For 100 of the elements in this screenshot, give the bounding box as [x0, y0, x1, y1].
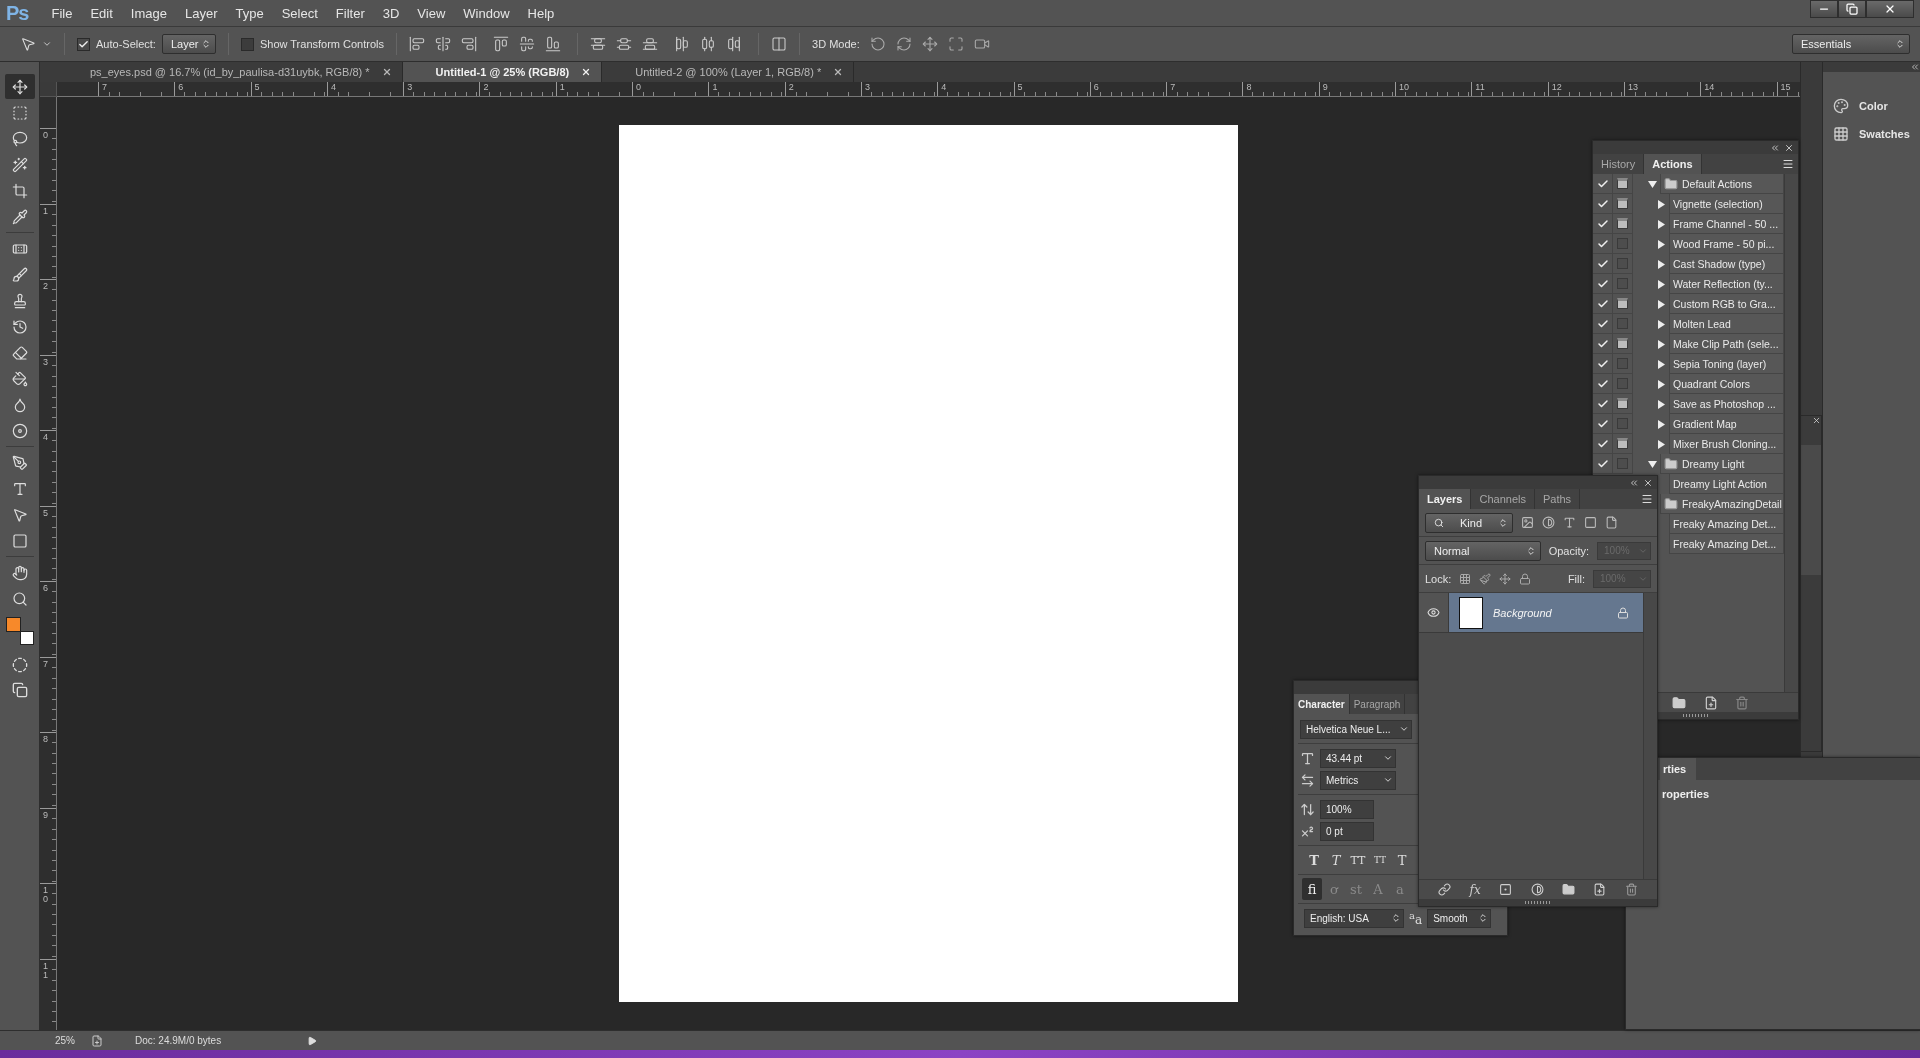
dialog-toggle[interactable]	[1613, 454, 1633, 474]
action-item[interactable]: Freaky Amazing Det...	[1669, 514, 1784, 534]
caret-icon[interactable]	[42, 39, 52, 49]
include-toggle[interactable]	[1593, 214, 1613, 234]
collapse-icon[interactable]	[1770, 142, 1780, 153]
dialog-toggle[interactable]	[1613, 314, 1633, 334]
include-toggle[interactable]	[1593, 394, 1613, 414]
align-icon[interactable]	[461, 36, 478, 52]
mode-3d-icon[interactable]	[973, 36, 990, 52]
include-toggle[interactable]	[1593, 354, 1613, 374]
close-icon[interactable]	[833, 67, 844, 77]
include-toggle[interactable]	[1593, 234, 1613, 254]
action-item[interactable]: Vignette (selection)	[1669, 194, 1784, 214]
include-toggle[interactable]	[1593, 314, 1613, 334]
mask-icon[interactable]	[1499, 883, 1513, 896]
align-icon[interactable]	[409, 36, 426, 52]
panel-tab[interactable]: Character	[1294, 694, 1350, 714]
action-set[interactable]: FreakyAmazingDetail	[1660, 494, 1784, 514]
panel-tab[interactable]: rties	[1660, 758, 1697, 780]
action-item[interactable]: Freaky Amazing Det...	[1669, 534, 1784, 554]
action-item[interactable]: Quadrant Colors	[1669, 374, 1784, 394]
kerning-select[interactable]: Metrics	[1320, 770, 1396, 790]
scrollbar[interactable]	[1784, 174, 1798, 692]
folder-icon[interactable]	[1561, 883, 1575, 896]
align-icon[interactable]	[435, 36, 452, 52]
visibility-toggle[interactable]	[1419, 593, 1449, 632]
font-family-select[interactable]: Helvetica Neue L...	[1300, 719, 1412, 739]
image-filter-icon[interactable]	[1521, 516, 1534, 529]
adjustment-filter-icon[interactable]	[1542, 516, 1555, 529]
dock-item[interactable]: Swatches	[1823, 120, 1920, 148]
triangle-right-icon[interactable]	[1657, 419, 1666, 429]
adjustment-icon[interactable]	[1530, 883, 1544, 896]
fx-button[interactable]: fx	[1469, 882, 1481, 897]
foreground-color-swatch[interactable]	[5, 617, 21, 632]
dialog-toggle[interactable]	[1613, 254, 1633, 274]
action-set[interactable]: Default Actions	[1660, 174, 1784, 194]
dialog-toggle[interactable]	[1613, 414, 1633, 434]
dialog-toggle[interactable]	[1613, 234, 1633, 254]
type-filter-icon[interactable]	[1563, 516, 1576, 529]
action-item[interactable]: Wood Frame - 50 pi...	[1669, 234, 1784, 254]
close-icon[interactable]	[581, 67, 592, 77]
menu-item[interactable]: Image	[121, 5, 176, 21]
type-style-button[interactable]: TT	[1348, 850, 1368, 870]
triangle-right-icon[interactable]	[1657, 219, 1666, 229]
menu-item[interactable]: Help	[518, 5, 564, 21]
blend-mode-select[interactable]: Normal	[1425, 540, 1541, 561]
resize-grip[interactable]	[1682, 714, 1709, 717]
type-style-button[interactable]: T	[1392, 850, 1412, 870]
triangle-right-icon[interactable]	[1657, 319, 1666, 329]
include-toggle[interactable]	[1593, 174, 1613, 194]
antialias-select[interactable]: Smooth	[1427, 908, 1492, 928]
target-select[interactable]: Layer	[161, 34, 216, 54]
menu-item[interactable]: File	[42, 5, 82, 21]
background-color-swatch[interactable]	[19, 631, 34, 645]
triangle-down-icon[interactable]	[1648, 179, 1657, 189]
close-button[interactable]	[1866, 0, 1914, 18]
include-toggle[interactable]	[1593, 454, 1613, 474]
export-icon[interactable]	[91, 1034, 103, 1047]
triangle-right-icon[interactable]	[1657, 339, 1666, 349]
dialog-toggle[interactable]	[1613, 354, 1633, 374]
menu-item[interactable]: View	[408, 5, 455, 21]
menu-item[interactable]: Window	[454, 5, 519, 21]
dialog-toggle[interactable]	[1613, 194, 1633, 214]
menu-item[interactable]: Filter	[326, 5, 374, 21]
workspace-select[interactable]: Essentials	[1792, 34, 1910, 54]
action-item[interactable]: Frame Channel - 50 ...	[1669, 214, 1784, 234]
include-toggle[interactable]	[1593, 294, 1613, 314]
trash-icon[interactable]	[1624, 883, 1638, 896]
action-item[interactable]: Molten Lead	[1669, 314, 1784, 334]
link-icon[interactable]	[1438, 883, 1452, 896]
dialog-toggle[interactable]	[1613, 434, 1633, 454]
lock-paint-icon[interactable]	[1479, 572, 1492, 585]
action-set[interactable]: Dreamy Light	[1660, 454, 1784, 474]
panel-tab[interactable]: Layers	[1419, 489, 1472, 509]
trash-icon[interactable]	[1735, 695, 1750, 710]
triangle-right-icon[interactable]	[1657, 359, 1666, 369]
mode-3d-icon[interactable]	[895, 36, 912, 52]
scrollbar[interactable]	[1643, 593, 1657, 879]
action-item[interactable]: Water Reflection (ty...	[1669, 274, 1784, 294]
minimize-button[interactable]	[1810, 0, 1838, 18]
baseline-shift-field[interactable]: 0 pt	[1320, 821, 1374, 841]
new-layer-icon[interactable]	[1593, 883, 1607, 896]
triangle-right-icon[interactable]	[1657, 299, 1666, 309]
distribute-icon[interactable]	[590, 36, 607, 52]
quick-mask-icon[interactable]	[11, 657, 28, 673]
action-item[interactable]: Save as Photoshop ...	[1669, 394, 1784, 414]
close-icon[interactable]	[1812, 416, 1821, 425]
font-size-field[interactable]: 43.44 pt	[1320, 748, 1396, 768]
menu-item[interactable]: Edit	[81, 5, 122, 21]
collapse-icon[interactable]	[1910, 62, 1920, 72]
mode-3d-icon[interactable]	[921, 36, 938, 52]
include-toggle[interactable]	[1593, 274, 1613, 294]
layer-row[interactable]: Background	[1419, 593, 1643, 633]
menu-item[interactable]: Select	[272, 5, 327, 21]
new-item-icon[interactable]	[1703, 695, 1718, 710]
dialog-toggle[interactable]	[1613, 334, 1633, 354]
filter-select[interactable]: Kind	[1425, 512, 1513, 533]
triangle-right-icon[interactable]	[1657, 439, 1666, 449]
type-style-button[interactable]: TT	[1370, 850, 1390, 870]
type-style-button[interactable]: T	[1326, 850, 1346, 870]
